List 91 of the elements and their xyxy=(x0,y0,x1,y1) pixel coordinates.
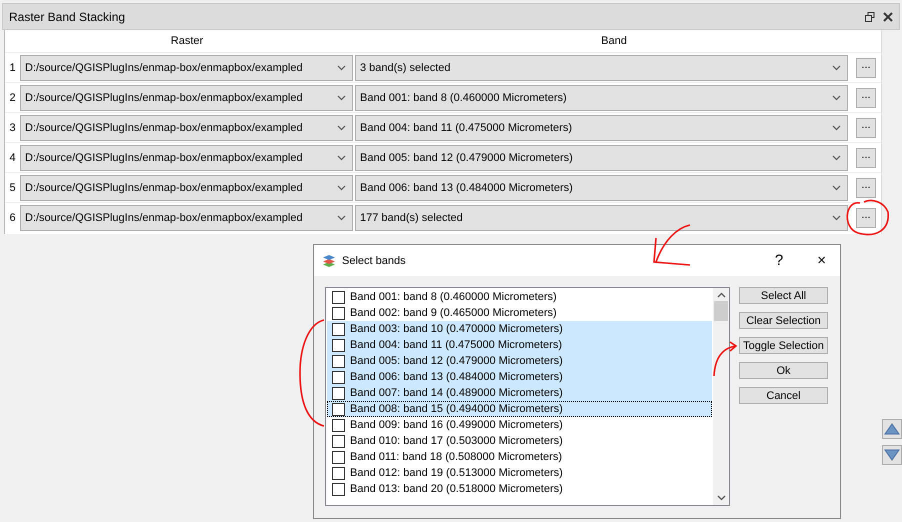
column-header: Band xyxy=(600,35,628,47)
column-header: Raster xyxy=(170,35,204,47)
band-label: Band 010: band 17 (0.503000 Micrometers) xyxy=(350,435,563,447)
band-label: Band 006: band 13 (0.484000 Micrometers) xyxy=(350,371,563,383)
scroll-thumb[interactable] xyxy=(714,301,728,321)
raster-dropdown[interactable]: D:/source/QGISPlugIns/enmap-box/enmapbox/exampled xyxy=(20,144,353,170)
panel-title: Raster Band Stacking xyxy=(9,10,126,24)
dialog-button[interactable]: Toggle Selection xyxy=(739,337,828,354)
raster-dropdown[interactable]: D:/source/QGISPlugIns/enmap-box/enmapbox/exampled xyxy=(20,174,353,200)
move-up-button[interactable] xyxy=(882,419,902,439)
dialog-button[interactable]: Select All xyxy=(739,287,828,304)
checkbox[interactable] xyxy=(332,434,345,448)
band-dropdown[interactable]: 3 band(s) selected xyxy=(355,54,848,80)
scroll-up-icon[interactable] xyxy=(716,292,726,298)
chevron-icon xyxy=(832,94,841,100)
chevron-icon xyxy=(832,184,841,190)
band-list-item[interactable]: Band 004: band 11 (0.475000 Micrometers) xyxy=(327,337,712,353)
chevron-icon xyxy=(832,64,841,70)
more-button[interactable]: ... xyxy=(856,208,876,228)
chevron-icon xyxy=(832,214,841,220)
layers-icon xyxy=(322,254,336,268)
band-list-item[interactable]: Band 006: band 13 (0.484000 Micrometers) xyxy=(327,369,712,385)
chevron-icon xyxy=(337,64,346,70)
checkbox[interactable] xyxy=(332,338,345,352)
raster-dropdown[interactable]: D:/source/QGISPlugIns/enmap-box/enmapbox/exampled xyxy=(20,204,353,230)
close-icon[interactable] xyxy=(883,12,893,22)
band-label: Band 004: band 11 (0.475000 Micrometers) xyxy=(350,339,562,351)
more-button[interactable]: ... xyxy=(856,178,876,198)
more-button[interactable]: ... xyxy=(856,58,876,78)
chevron-icon xyxy=(337,124,346,130)
band-label: Band 011: band 18 (0.508000 Micrometers) xyxy=(350,451,562,463)
checkbox[interactable] xyxy=(332,354,345,368)
close-button[interactable]: × xyxy=(811,252,832,269)
band-label: Band 008: band 15 (0.494000 Micrometers) xyxy=(350,403,563,415)
chevron-icon xyxy=(832,154,841,160)
band-dropdown[interactable]: Band 004: band 11 (0.475000 Micrometers) xyxy=(355,114,848,140)
chevron-icon xyxy=(337,214,346,220)
band-label: Band 001: band 8 (0.460000 Micrometers) xyxy=(350,291,557,303)
float-icon[interactable] xyxy=(865,12,875,22)
checkbox[interactable] xyxy=(332,418,345,432)
arrow-mark xyxy=(713,341,737,377)
row-number: 3 xyxy=(8,122,17,134)
band-list-item[interactable]: Band 005: band 12 (0.479000 Micrometers) xyxy=(327,353,712,369)
band-list-item[interactable]: Band 008: band 15 (0.494000 Micrometers) xyxy=(327,401,712,417)
band-dropdown[interactable]: Band 005: band 12 (0.479000 Micrometers) xyxy=(355,144,848,170)
band-list-item[interactable]: Band 007: band 14 (0.489000 Micrometers) xyxy=(327,385,712,401)
circle-mark xyxy=(846,200,889,236)
band-dropdown[interactable]: Band 006: band 13 (0.484000 Micrometers) xyxy=(355,174,848,200)
dialog-button[interactable]: Ok xyxy=(739,362,828,379)
checkbox[interactable] xyxy=(332,290,345,304)
band-label: Band 003: band 10 (0.470000 Micrometers) xyxy=(350,323,563,335)
move-down-button[interactable] xyxy=(882,445,902,465)
raster-dropdown[interactable]: D:/source/QGISPlugIns/enmap-box/enmapbox/exampled xyxy=(20,54,353,80)
band-label: Band 002: band 9 (0.465000 Micrometers) xyxy=(350,307,557,319)
checkbox[interactable] xyxy=(332,482,345,496)
help-button[interactable]: ? xyxy=(768,252,790,269)
scroll-down-icon[interactable] xyxy=(716,495,726,501)
band-label: Band 005: band 12 (0.479000 Micrometers) xyxy=(350,355,563,367)
raster-dropdown[interactable]: D:/source/QGISPlugIns/enmap-box/enmapbox/exampled xyxy=(20,84,353,110)
more-button[interactable]: ... xyxy=(856,148,876,168)
checkbox[interactable] xyxy=(332,322,345,336)
more-button[interactable]: ... xyxy=(856,88,876,108)
scrollbar[interactable] xyxy=(713,288,729,505)
arrow-mark xyxy=(653,224,691,266)
band-label: Band 013: band 20 (0.518000 Micrometers) xyxy=(350,483,563,495)
band-label: Band 007: band 14 (0.489000 Micrometers) xyxy=(350,387,563,399)
chevron-icon xyxy=(337,184,346,190)
chevron-icon xyxy=(337,94,346,100)
band-label: Band 009: band 16 (0.499000 Micrometers) xyxy=(350,419,563,431)
checkbox[interactable] xyxy=(332,306,345,320)
checkbox[interactable] xyxy=(332,370,345,384)
checkbox[interactable] xyxy=(332,402,345,416)
band-list-item[interactable]: Band 003: band 10 (0.470000 Micrometers) xyxy=(327,321,712,337)
more-button[interactable]: ... xyxy=(856,118,876,138)
chevron-icon xyxy=(337,154,346,160)
raster-dropdown[interactable]: D:/source/QGISPlugIns/enmap-box/enmapbox/exampled xyxy=(20,114,353,140)
row-number: 6 xyxy=(8,212,17,224)
dialog-button[interactable]: Clear Selection xyxy=(739,312,828,329)
dialog-button[interactable]: Cancel xyxy=(739,387,828,404)
checkbox[interactable] xyxy=(332,450,345,464)
chevron-icon xyxy=(832,124,841,130)
row-number: 4 xyxy=(8,152,17,164)
row-number: 5 xyxy=(8,182,17,194)
dialog-title: Select bands xyxy=(342,254,407,266)
band-label: Band 012: band 19 (0.513000 Micrometers) xyxy=(350,467,563,479)
row-number: 2 xyxy=(8,92,17,104)
checkbox[interactable] xyxy=(332,386,345,400)
band-dropdown[interactable]: 177 band(s) selected xyxy=(355,204,848,230)
band-dropdown[interactable]: Band 001: band 8 (0.460000 Micrometers) xyxy=(355,84,848,110)
checkbox[interactable] xyxy=(332,466,345,480)
row-number: 1 xyxy=(8,62,17,74)
